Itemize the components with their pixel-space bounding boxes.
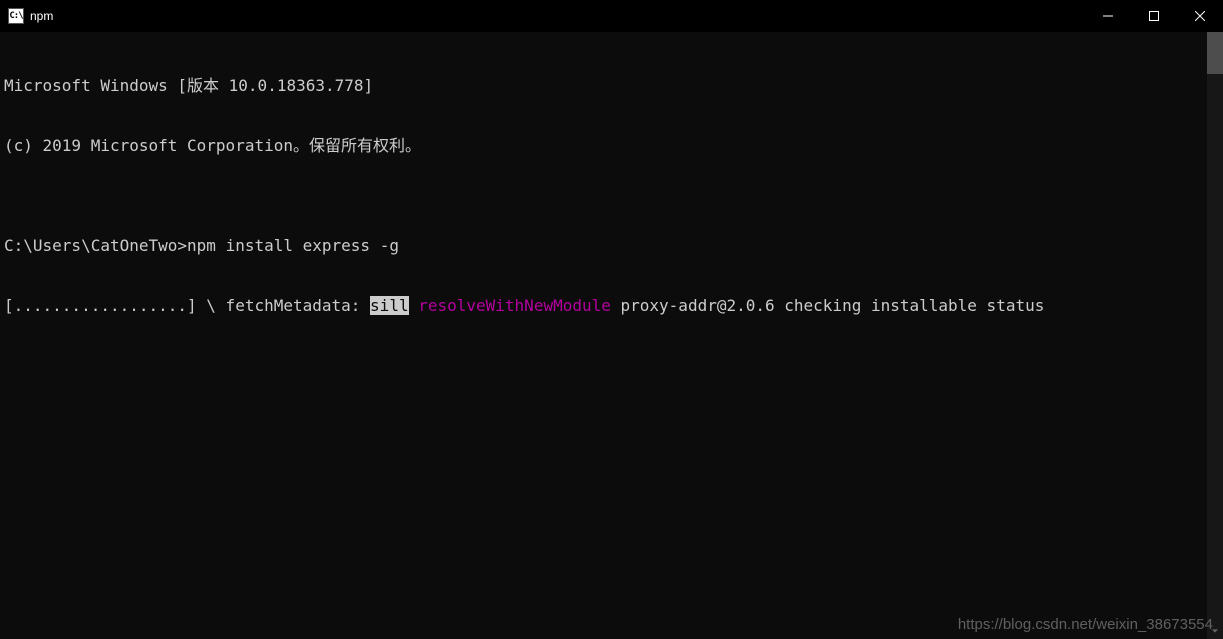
vertical-scrollbar[interactable] <box>1207 32 1223 639</box>
close-icon <box>1195 11 1205 21</box>
terminal-progress-line: [..................] \ fetchMetadata: si… <box>4 296 1223 316</box>
progress-sill: sill <box>370 296 409 315</box>
window-icon-text: C:\ <box>9 11 22 21</box>
window-icon: C:\ <box>8 8 24 24</box>
minimize-button[interactable] <box>1085 0 1131 32</box>
terminal-line: (c) 2019 Microsoft Corporation。保留所有权利。 <box>4 136 1223 156</box>
maximize-icon <box>1149 11 1159 21</box>
terminal-output: Microsoft Windows [版本 10.0.18363.778] (c… <box>0 32 1223 356</box>
terminal-prompt-line: C:\Users\CatOneTwo>npm install express -… <box>4 236 1223 256</box>
progress-rest: proxy-addr@2.0.6 checking installable st… <box>611 296 1044 315</box>
watermark-text: https://blog.csdn.net/weixin_38673554 <box>958 616 1213 633</box>
terminal-area[interactable]: Microsoft Windows [版本 10.0.18363.778] (c… <box>0 32 1223 639</box>
progress-pre: [..................] \ fetchMetadata: <box>4 296 370 315</box>
window-title: npm <box>30 9 53 23</box>
maximize-button[interactable] <box>1131 0 1177 32</box>
terminal-line: Microsoft Windows [版本 10.0.18363.778] <box>4 76 1223 96</box>
progress-module: resolveWithNewModule <box>418 296 611 315</box>
scrollbar-thumb[interactable] <box>1207 32 1223 74</box>
close-button[interactable] <box>1177 0 1223 32</box>
command-text: npm install express -g <box>187 236 399 255</box>
prompt: C:\Users\CatOneTwo> <box>4 236 187 255</box>
window-titlebar: C:\ npm <box>0 0 1223 32</box>
minimize-icon <box>1103 11 1113 21</box>
